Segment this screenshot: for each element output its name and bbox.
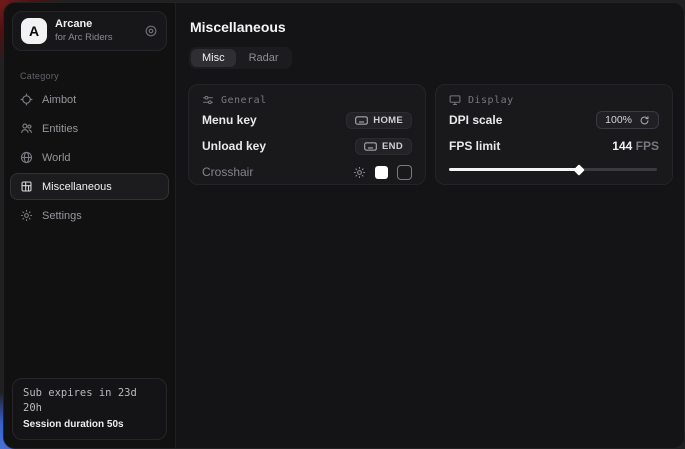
sidebar-item-miscellaneous[interactable]: Miscellaneous [10,173,169,200]
brand-card: A Arcane for Arc Riders [12,11,167,51]
monitor-icon [449,94,461,106]
sidebar-nav: Aimbot Entities World [4,85,175,230]
reset-icon[interactable] [639,115,650,126]
sidebar-item-world[interactable]: World [10,144,169,171]
dpi-scale-control[interactable]: 100% [596,111,659,129]
menu-key-row: Menu key HOME [202,108,412,132]
fps-limit-value: 144 FPS [612,139,659,153]
unload-key-button[interactable]: END [355,138,412,155]
unload-key-label: Unload key [202,139,266,153]
dpi-scale-value: 100% [605,114,632,126]
tab-radar[interactable]: Radar [238,49,290,67]
brand-subtitle: for Arc Riders [55,32,136,44]
fps-slider[interactable] [449,162,659,176]
menu-key-value: HOME [373,115,403,126]
fps-slider-fill [449,168,579,171]
category-label: Category [20,71,175,81]
session-duration-text: Session duration 50s [23,417,156,432]
target-icon[interactable] [144,24,158,38]
globe-icon [20,151,33,164]
sidebar-item-entities[interactable]: Entities [10,115,169,142]
crosshair-label: Crosshair [202,165,253,179]
sidebar-item-label: Miscellaneous [42,181,112,193]
users-icon [20,122,33,135]
tab-bar: Misc Radar [189,47,292,69]
display-card-header: Display [449,94,659,106]
display-card: Display DPI scale 100% FPS limit [435,84,673,185]
crosshair-checkbox[interactable] [397,165,412,180]
dpi-scale-row: DPI scale 100% [449,108,659,132]
gear-icon[interactable] [353,166,366,179]
sidebar-item-settings[interactable]: Settings [10,202,169,229]
unload-key-row: Unload key END [202,134,412,158]
crosshair-row: Crosshair [202,160,412,184]
page-title: Miscellaneous [190,19,673,35]
cards-row: General Menu key HOME Unload key [188,84,673,185]
general-card-header: General [202,94,412,106]
fps-limit-row: FPS limit 144 FPS [449,134,659,158]
app-window: A Arcane for Arc Riders Category Aimbot [3,2,685,449]
display-card-title: Display [468,95,514,106]
keyboard-icon [364,142,377,151]
menu-key-label: Menu key [202,113,257,127]
fps-unit: FPS [636,139,659,153]
grid-icon [20,180,33,193]
gear-icon [20,209,33,222]
tab-misc[interactable]: Misc [191,49,236,67]
brand-title: Arcane [55,18,136,32]
sliders-icon [202,94,214,106]
sidebar-item-label: Entities [42,123,78,135]
general-card-title: General [221,95,267,106]
crosshair-icon [20,93,33,106]
sidebar-item-label: World [42,152,71,164]
sidebar: A Arcane for Arc Riders Category Aimbot [4,3,176,448]
fps-slider-thumb[interactable] [574,164,585,175]
sub-expiry-text: Sub expires in 23d 20h [23,386,156,418]
crosshair-controls [353,165,412,180]
fps-limit-label: FPS limit [449,139,500,153]
sidebar-item-label: Settings [42,210,82,222]
brand-text: Arcane for Arc Riders [55,18,136,44]
menu-key-button[interactable]: HOME [346,112,412,129]
subscription-card: Sub expires in 23d 20h Session duration … [12,378,167,441]
dpi-scale-label: DPI scale [449,113,502,127]
sidebar-item-label: Aimbot [42,94,76,106]
brand-logo: A [21,18,47,44]
main-panel: Miscellaneous Misc Radar General Menu ke… [176,3,685,448]
keyboard-icon [355,116,368,125]
general-card: General Menu key HOME Unload key [188,84,426,185]
unload-key-value: END [382,141,403,152]
sidebar-item-aimbot[interactable]: Aimbot [10,86,169,113]
crosshair-color-swatch[interactable] [375,166,388,179]
